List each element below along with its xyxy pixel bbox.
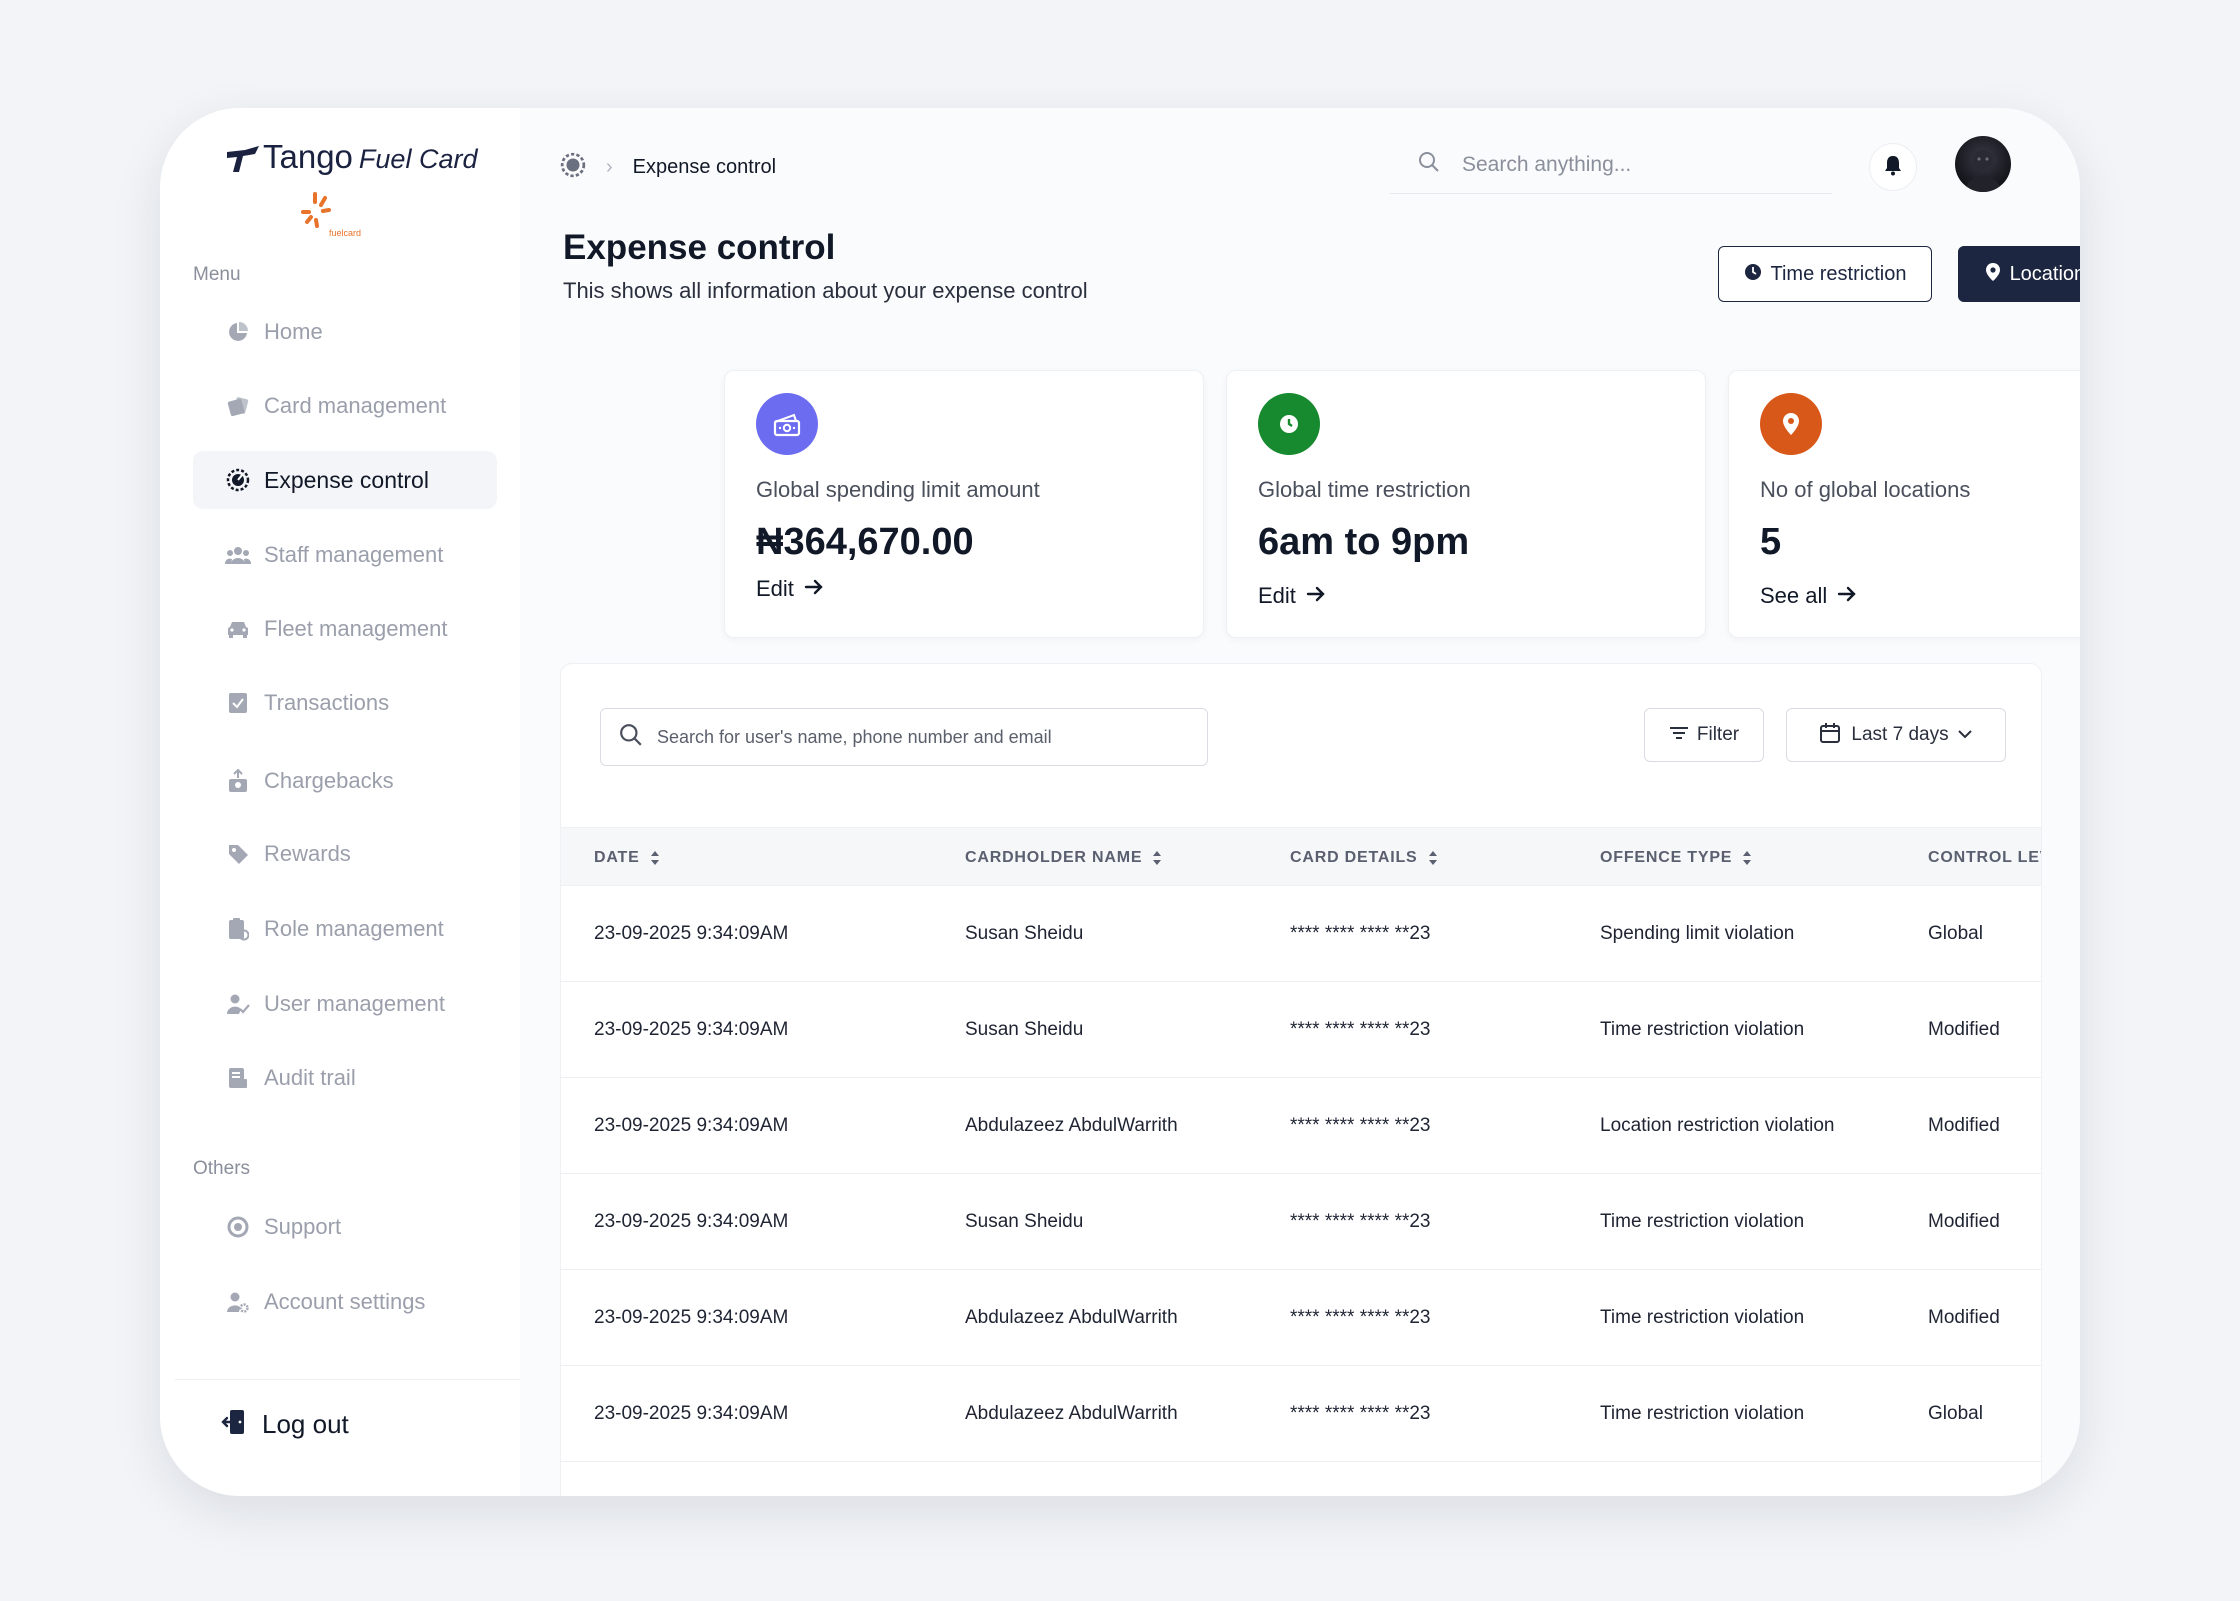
users-icon: [225, 542, 251, 568]
filter-button[interactable]: Filter: [1644, 708, 1764, 762]
breadcrumb: › Expense control: [560, 152, 776, 183]
edit-time-restriction-link[interactable]: Edit: [1258, 583, 1326, 609]
sidebar-item-fleet-management[interactable]: Fleet management: [193, 600, 497, 658]
table-row[interactable]: 23-09-2025 9:34:09AM Susan Sheidu **** *…: [561, 886, 2041, 982]
table-search-input[interactable]: [657, 726, 1197, 748]
arrow-right-icon: [1306, 585, 1326, 608]
sidebar-item-support[interactable]: Support: [193, 1198, 497, 1256]
sort-icon: [650, 850, 660, 866]
column-header-date[interactable]: DATE: [594, 828, 660, 887]
sidebar-item-account-settings[interactable]: Account settings: [193, 1273, 497, 1331]
edit-spending-limit-link[interactable]: Edit: [756, 576, 824, 602]
table-row[interactable]: 23-09-2025 9:34:09AM Abdulazeez AbdulWar…: [561, 1078, 2041, 1174]
menu-section-label: Menu: [193, 264, 241, 285]
sort-icon: [1742, 850, 1752, 866]
sidebar-item-role-management[interactable]: Role management: [193, 900, 497, 958]
calendar-icon: [1819, 722, 1841, 749]
filter-icon: [1669, 726, 1689, 745]
bell-icon: [1883, 154, 1903, 181]
location-pin-icon: [1760, 393, 1822, 455]
avatar[interactable]: [1955, 136, 2011, 192]
clock-icon: [1258, 393, 1320, 455]
logout-button[interactable]: Log out: [220, 1408, 349, 1441]
chargeback-icon: [225, 768, 251, 794]
stat-card-time-restriction: Global time restriction 6am to 9pm Edit: [1226, 370, 1706, 638]
global-search-input[interactable]: [1462, 152, 1802, 177]
search-icon: [1418, 151, 1440, 178]
brand-name: Tango: [263, 138, 353, 175]
chevron-down-icon: [1957, 726, 1973, 744]
clock-icon: [1744, 263, 1762, 286]
stat-title: Global spending limit amount: [756, 477, 1040, 502]
sidebar-divider: [175, 1379, 520, 1380]
chevron-right-icon: ›: [606, 156, 613, 178]
app-window: Tango Fuel Card fuelcard Menu Home Card …: [160, 108, 2080, 1496]
time-restriction-button[interactable]: Time restriction: [1718, 246, 1932, 302]
column-header-control-level[interactable]: CONTROL LEVEL: [1928, 828, 2041, 887]
logout-icon: [220, 1408, 248, 1441]
cards-icon: [225, 393, 251, 419]
sidebar-item-home[interactable]: Home: [193, 303, 497, 361]
user-gear-icon: [225, 1289, 251, 1315]
sort-icon: [1428, 850, 1438, 866]
sidebar-item-expense-control[interactable]: Expense control: [193, 451, 497, 509]
document-icon: [225, 1065, 251, 1091]
arrow-right-icon: [804, 578, 824, 601]
breadcrumb-current: Expense control: [632, 156, 777, 178]
sidebar-item-card-management[interactable]: Card management: [193, 377, 497, 435]
gauge-icon[interactable]: [560, 152, 586, 183]
date-range-dropdown[interactable]: Last 7 days: [1786, 708, 2006, 762]
sidebar-item-transactions[interactable]: Transactions: [193, 674, 497, 732]
table-row[interactable]: 23-09-2025 9:34:09AM Abdulazeez AbdulWar…: [561, 1270, 2041, 1366]
stat-title: No of global locations: [1760, 477, 1971, 502]
car-icon: [225, 616, 251, 642]
stat-card-spending-limit: Global spending limit amount ₦364,670.00…: [724, 370, 1204, 638]
pie-chart-icon: [225, 319, 251, 345]
sidebar-item-staff-management[interactable]: Staff management: [193, 526, 497, 584]
offences-table-panel: Filter Last 7 days DATE CARDHOLDER NAME: [560, 663, 2042, 1496]
global-search: [1390, 136, 1832, 194]
stat-title: Global time restriction: [1258, 477, 1471, 502]
search-icon: [619, 723, 643, 752]
table-row[interactable]: 23-09-2025 9:34:09AM Abdulazeez AbdulWar…: [561, 1366, 2041, 1462]
location-pin-icon: [1985, 262, 2001, 287]
sidebar-item-rewards[interactable]: Rewards: [193, 825, 497, 883]
table-row[interactable]: 23-09-2025 9:34:09AM Susan Sheidu **** *…: [561, 982, 2041, 1078]
user-check-icon: [225, 991, 251, 1017]
stat-card-global-locations: No of global locations 5 See all: [1728, 370, 2080, 638]
gauge-icon: [225, 467, 251, 493]
money-icon: [756, 393, 818, 455]
brand-logo[interactable]: Tango Fuel Card fuelcard: [225, 138, 485, 238]
column-header-card-details[interactable]: CARD DETAILS: [1290, 828, 1438, 887]
arrow-right-icon: [1837, 585, 1857, 608]
column-header-offence-type[interactable]: OFFENCE TYPE: [1600, 828, 1752, 887]
sidebar: Tango Fuel Card fuelcard Menu Home Card …: [160, 108, 520, 1496]
fuelcard-logo-icon: [301, 192, 331, 228]
table-row[interactable]: 23-09-2025 9:34:09AM Susan Sheidu **** *…: [561, 1174, 2041, 1270]
table-header: DATE CARDHOLDER NAME CARD DETAILS OFFENC…: [561, 827, 2041, 886]
clipboard-icon: [225, 916, 251, 942]
main-content: › Expense control Expense control This s…: [520, 108, 2080, 1496]
see-all-locations-link[interactable]: See all: [1760, 583, 1857, 609]
notifications-button[interactable]: [1869, 143, 1917, 191]
stat-value: ₦364,670.00: [756, 521, 974, 563]
receipt-icon: [225, 690, 251, 716]
stat-value: 6am to 9pm: [1258, 521, 1470, 563]
location-restriction-button[interactable]: Location restriction: [1958, 246, 2080, 302]
page-subtitle: This shows all information about your ex…: [563, 278, 1088, 303]
tango-logo-icon: [227, 146, 259, 172]
tag-icon: [225, 841, 251, 867]
stat-value: 5: [1760, 521, 1782, 563]
sidebar-item-chargebacks[interactable]: Chargebacks: [193, 752, 497, 810]
column-header-cardholder[interactable]: CARDHOLDER NAME: [965, 828, 1162, 887]
sidebar-item-audit-trail[interactable]: Audit trail: [193, 1049, 497, 1107]
support-icon: [225, 1214, 251, 1240]
brand-sub: fuelcard: [329, 228, 362, 238]
brand-product: Fuel Card: [358, 144, 478, 174]
page-title: Expense control: [563, 228, 836, 267]
sidebar-item-user-management[interactable]: User management: [193, 975, 497, 1033]
others-section-label: Others: [193, 1158, 251, 1179]
table-search: [600, 708, 1208, 766]
sort-icon: [1152, 850, 1162, 866]
